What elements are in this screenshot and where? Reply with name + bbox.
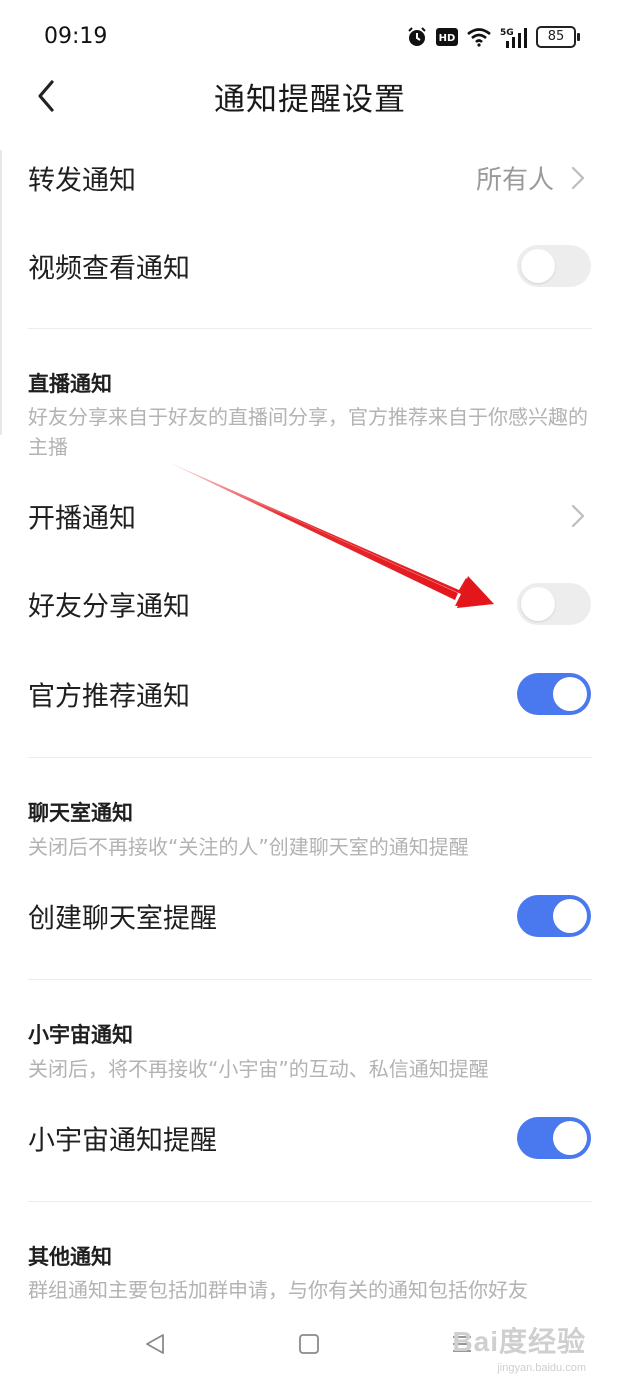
- divider: [28, 757, 592, 758]
- chatroom-section-title: 聊天室通知: [28, 801, 133, 825]
- hd-icon: HD: [436, 28, 458, 46]
- official-recommend-notification-row: 官方推荐通知: [0, 664, 620, 724]
- watermark-main: Bai度经验: [452, 1326, 586, 1357]
- forward-notification-label: 转发通知: [28, 165, 136, 197]
- video-view-notification-toggle[interactable]: [517, 245, 591, 287]
- create-chatroom-reminder-label: 创建聊天室提醒: [28, 903, 217, 935]
- chevron-right-icon: [571, 166, 585, 190]
- video-view-notification-label: 视频查看通知: [28, 253, 190, 285]
- status-time: 09:19: [44, 24, 108, 49]
- divider: [28, 328, 592, 329]
- create-chatroom-reminder-row: 创建聊天室提醒: [0, 886, 620, 946]
- friend-share-notification-label: 好友分享通知: [28, 591, 190, 623]
- toggle-knob: [553, 1121, 587, 1155]
- wifi-icon: [467, 28, 491, 47]
- nav-back-button[interactable]: [143, 1332, 167, 1360]
- friend-share-notification-row: 好友分享通知: [0, 574, 620, 634]
- live-section-title: 直播通知: [28, 372, 112, 396]
- universe-section-title: 小宇宙通知: [28, 1023, 133, 1047]
- square-home-icon: [299, 1334, 319, 1354]
- official-recommend-notification-toggle[interactable]: [517, 673, 591, 715]
- forward-notification-row[interactable]: 转发通知 所有人: [0, 148, 620, 208]
- chevron-right-icon: [571, 504, 585, 528]
- page-title: 通知提醒设置: [214, 82, 406, 118]
- video-view-notification-row: 视频查看通知: [0, 236, 620, 296]
- chatroom-section-desc: 关闭后不再接收“关注的人”创建聊天室的通知提醒: [28, 835, 469, 859]
- create-chatroom-reminder-toggle[interactable]: [517, 895, 591, 937]
- live-start-notification-label: 开播通知: [28, 503, 136, 535]
- svg-text:5G: 5G: [500, 28, 514, 38]
- status-bar: 09:19 HD 5G 85: [0, 0, 620, 72]
- universe-notification-reminder-row: 小宇宙通知提醒: [0, 1108, 620, 1168]
- nav-home-button[interactable]: [297, 1332, 321, 1360]
- triangle-back-icon: [146, 1334, 164, 1354]
- official-recommend-notification-label: 官方推荐通知: [28, 681, 190, 713]
- 5g-signal-icon: 5G: [500, 28, 527, 48]
- toggle-knob: [553, 899, 587, 933]
- other-section-title: 其他通知: [28, 1245, 112, 1269]
- live-start-notification-row[interactable]: 开播通知: [0, 486, 620, 546]
- alarm-icon: [408, 27, 426, 46]
- status-icons: HD 5G 85: [406, 22, 580, 52]
- toggle-knob: [521, 587, 555, 621]
- watermark: Bai度经验 jingyan.baidu.com: [452, 1320, 586, 1374]
- nav-bar: 通知提醒设置: [0, 72, 620, 122]
- friend-share-notification-toggle[interactable]: [517, 583, 591, 625]
- watermark-sub: jingyan.baidu.com: [497, 1362, 586, 1374]
- universe-section-desc: 关闭后，将不再接收“小宇宙”的互动、私信通知提醒: [28, 1057, 489, 1081]
- divider: [28, 1201, 592, 1202]
- live-section-desc: 好友分享来自于好友的直播间分享，官方推荐来自于你感兴趣的主播: [28, 405, 588, 459]
- svg-text:HD: HD: [439, 33, 456, 44]
- battery-icon: 85: [536, 26, 580, 48]
- toggle-knob: [521, 249, 555, 283]
- universe-notification-reminder-toggle[interactable]: [517, 1117, 591, 1159]
- universe-notification-reminder-label: 小宇宙通知提醒: [28, 1125, 217, 1157]
- other-section-desc: 群组通知主要包括加群申请，与你有关的通知包括你好友: [28, 1278, 528, 1302]
- toggle-knob: [553, 677, 587, 711]
- divider: [28, 979, 592, 980]
- forward-notification-value: 所有人: [475, 165, 554, 196]
